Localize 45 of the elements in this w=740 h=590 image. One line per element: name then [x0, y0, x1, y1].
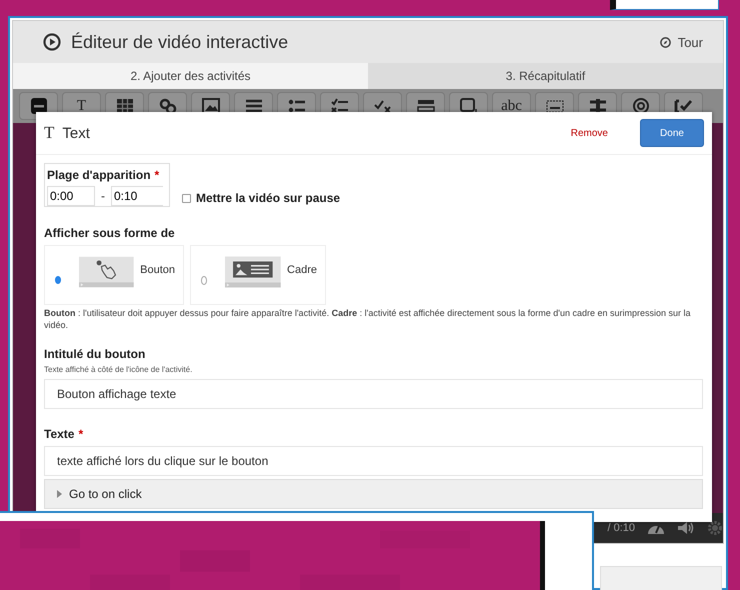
start-time-field[interactable]: 0:00: [47, 186, 95, 206]
window-title: Éditeur de vidéo interactive: [71, 32, 290, 52]
play-icon: [43, 33, 61, 51]
option-label: Bouton: [140, 264, 175, 276]
tour-button[interactable]: Tour: [654, 34, 709, 50]
minus-icon: [28, 97, 48, 115]
volume-icon[interactable]: [677, 521, 695, 535]
required-mark: *: [78, 427, 84, 442]
option-card[interactable]: Bouton: [44, 245, 184, 305]
field-label: Plage d'apparition: [47, 168, 151, 182]
option-label: Cadre: [287, 264, 317, 276]
field-label: Intitulé du bouton: [44, 347, 146, 362]
field-label: Texte: [44, 427, 74, 442]
radio-button[interactable]: [55, 276, 62, 284]
sliders-icon: [416, 97, 436, 115]
tab[interactable]: 2. Ajouter des activités: [13, 63, 368, 89]
bullets-icon: [286, 97, 306, 115]
text-icon: T: [44, 123, 54, 143]
description-text: Bouton : l'utilisateur doit appuyer dessus pour faire apparaître l'activité. Cadre : l'activité est affichée directement sous la forme d'un cadre en surimpression sur la vidéo.: [44, 308, 692, 332]
collapsible-header[interactable]: Go to on click: [44, 479, 703, 510]
check-icon: [674, 97, 694, 115]
compass-icon: [660, 36, 671, 48]
field-hint: Texte affiché à côté de l'icône de l'activité.: [44, 365, 194, 374]
list-icon: [244, 97, 264, 115]
tab[interactable]: 3. Récapitulatif: [368, 63, 723, 89]
done-button[interactable]: Done: [640, 119, 704, 147]
checklist-icon: [330, 97, 350, 115]
target-icon: [630, 97, 650, 115]
table-icon: [114, 97, 134, 115]
end-time-field[interactable]: 0:10: [111, 186, 163, 206]
option-card[interactable]: Cadre: [190, 245, 326, 305]
settings-icon[interactable]: [707, 520, 723, 536]
dialog-title: Text: [62, 124, 91, 142]
checkbox-label: Mettre la vidéo sur pause: [196, 191, 340, 205]
required-mark: *: [154, 168, 160, 182]
link-icon: [158, 97, 178, 115]
checkbox[interactable]: [182, 194, 191, 202]
frame-icon: [458, 97, 478, 115]
time-display: / 0:10: [607, 522, 635, 534]
field-label: Afficher sous forme de: [44, 226, 176, 240]
range-separator: -: [101, 189, 105, 203]
radio-button[interactable]: [201, 276, 208, 284]
input-field[interactable]: Bouton affichage texte: [44, 379, 703, 410]
remove-button[interactable]: Remove: [564, 126, 614, 140]
input-field[interactable]: texte affiché lors du clique sur le bouton: [44, 446, 703, 476]
